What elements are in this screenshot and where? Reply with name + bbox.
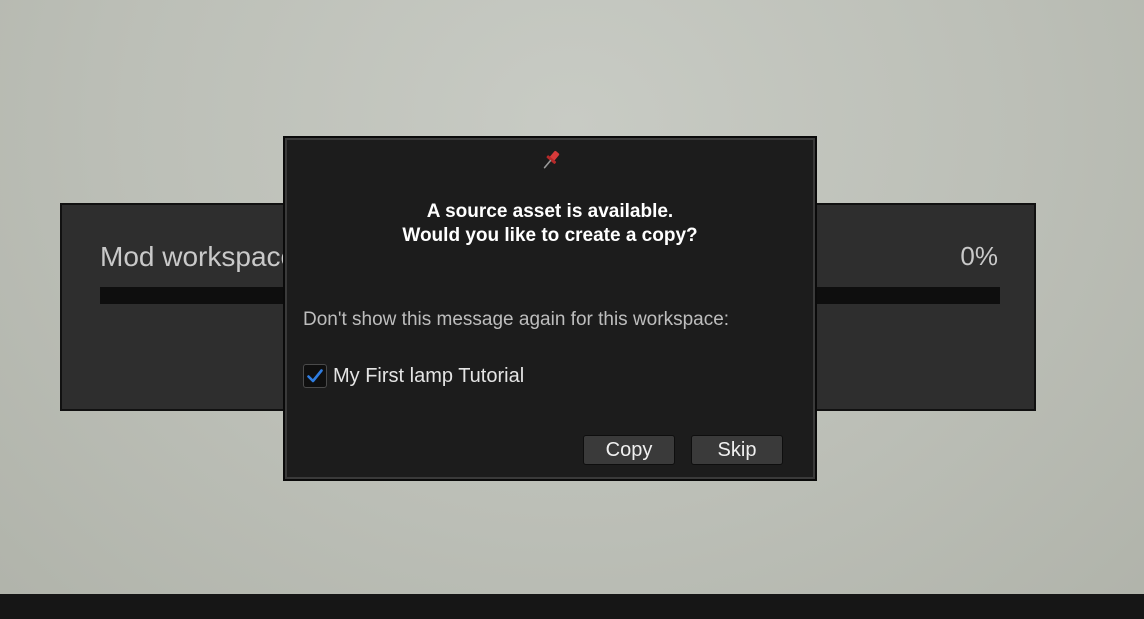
copy-button[interactable]: Copy <box>583 435 675 465</box>
bottom-bar <box>0 594 1144 619</box>
progress-percent: 0% <box>960 241 998 271</box>
dont-show-again-text: Don't show this message again for this w… <box>303 309 730 330</box>
checkmark-icon <box>307 369 323 383</box>
dialog-heading-line2: Would you like to create a copy? <box>402 225 698 246</box>
workspace-checkbox-label: My First lamp Tutorial <box>333 364 525 387</box>
workspace-checkbox[interactable] <box>303 364 327 388</box>
progress-title: Mod workspace <box>100 241 297 272</box>
pushpin-icon <box>543 150 560 169</box>
workspace-checkbox-row[interactable]: My First lamp Tutorial <box>303 363 524 389</box>
copy-source-asset-dialog: A source asset is available. Would you l… <box>283 136 817 481</box>
skip-button[interactable]: Skip <box>691 435 783 465</box>
dialog-heading-line1: A source asset is available. <box>426 201 674 222</box>
dialog-heading: A source asset is available. Would you l… <box>285 200 815 248</box>
